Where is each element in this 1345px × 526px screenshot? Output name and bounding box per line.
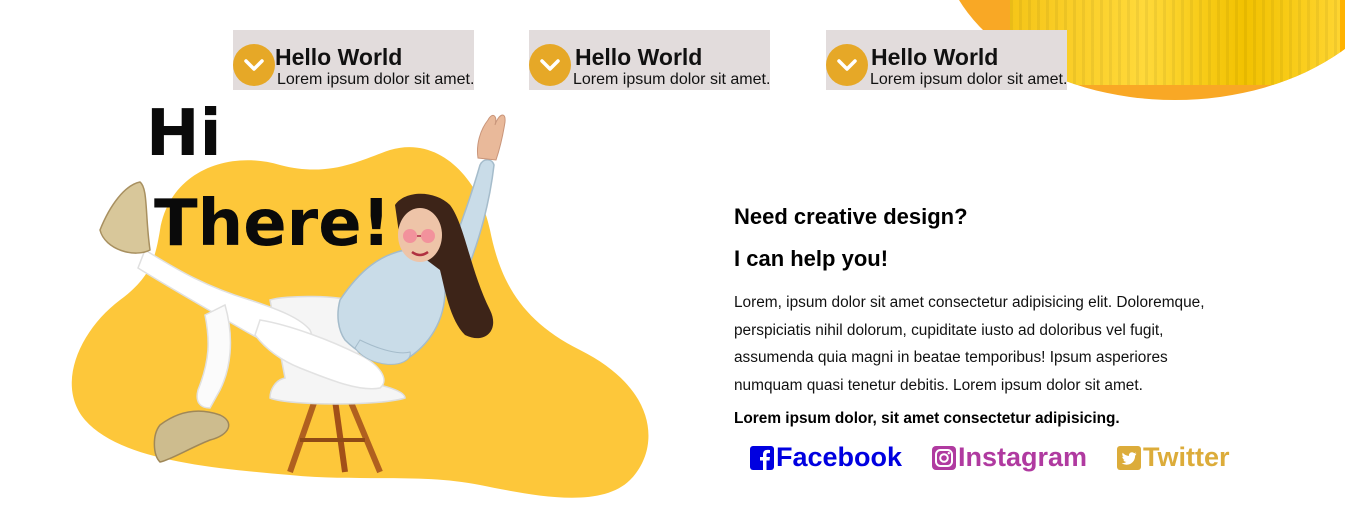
hero-greeting-line2: There! [154,187,391,261]
card-subtitle: Lorem ipsum dolor sit amet. [870,71,1068,88]
hero-greeting-line1: Hi [146,97,222,171]
card-title: Hello World [575,44,703,70]
intro-paragraph: Lorem, ipsum dolor sit amet consectetur … [734,294,1205,394]
hero-illustration: Hi There! [60,90,660,510]
instagram-link[interactable]: Instagram [932,442,1087,473]
instagram-icon [932,445,956,470]
chevron-down-icon[interactable] [233,44,275,86]
facebook-link[interactable]: Facebook [750,442,902,473]
twitter-link[interactable]: Twitter [1117,442,1230,473]
card-title: Hello World [275,44,403,70]
feature-card-1[interactable]: Hello World Lorem ipsum dolor sit amet. [233,30,474,90]
blob-shade [1340,0,1345,100]
facebook-icon [750,445,774,470]
twitter-icon [1117,445,1141,470]
intro-subheading: I can help you! [734,246,889,271]
chevron-down-icon[interactable] [529,44,571,86]
card-subtitle: Lorem ipsum dolor sit amet. [573,71,771,88]
instagram-label: Instagram [958,442,1088,472]
feature-card-3[interactable]: Hello World Lorem ipsum dolor sit amet. [826,30,1067,90]
facebook-label: Facebook [776,442,903,472]
feature-card-2[interactable]: Hello World Lorem ipsum dolor sit amet. [529,30,770,90]
intro-heading: Need creative design? [734,204,968,229]
intro-bold-line: Lorem ipsum dolor, sit amet consectetur … [734,410,1120,427]
chevron-down-icon[interactable] [826,44,868,86]
twitter-label: Twitter [1143,442,1230,472]
card-title: Hello World [871,44,999,70]
card-subtitle: Lorem ipsum dolor sit amet. [277,71,475,88]
